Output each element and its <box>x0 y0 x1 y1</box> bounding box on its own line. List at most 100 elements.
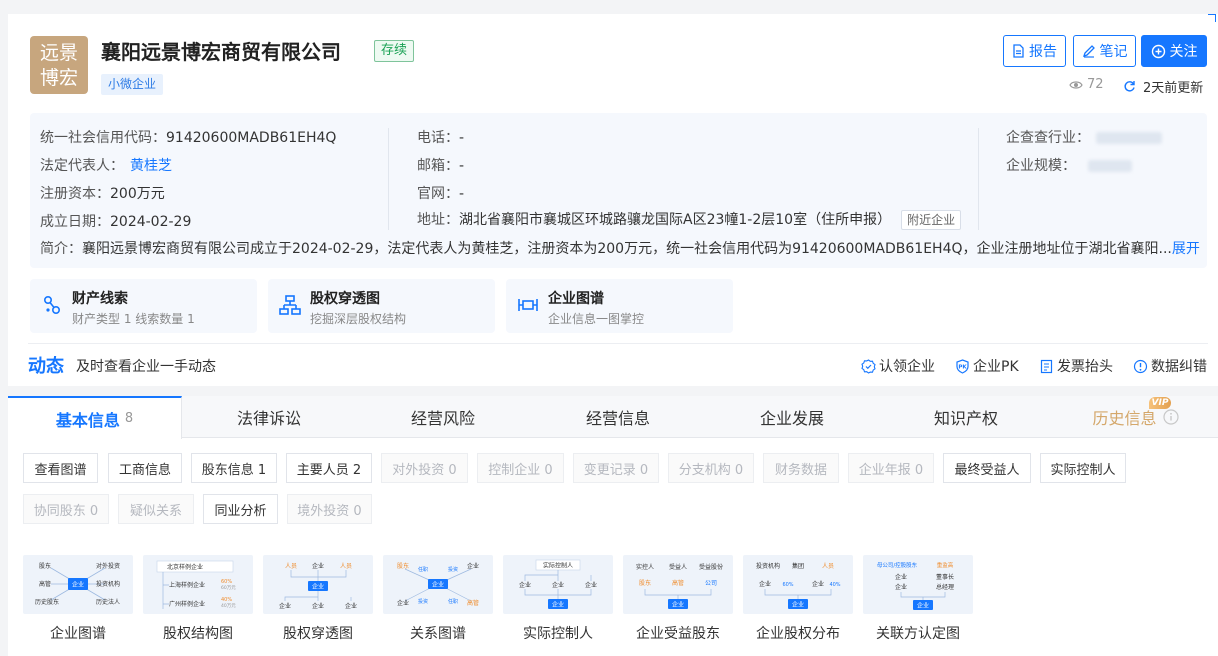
tab-basic-info[interactable]: 基本信息 8 <box>8 396 182 439</box>
svg-text:企业: 企业 <box>792 601 804 609</box>
notes-button[interactable]: 笔记 <box>1073 35 1136 67</box>
report-icon <box>1013 44 1024 58</box>
thumb-equity-penetration[interactable]: 人员 企业 人员 企业 企业 企业 企业 <box>263 555 373 614</box>
feature-card-company-graph[interactable]: 企业图谱 企业信息一图掌控 <box>506 279 733 333</box>
svg-text:企业: 企业 <box>432 581 444 589</box>
report-button[interactable]: 报告 <box>1003 35 1066 67</box>
filter-chip[interactable]: 协同股东 0 <box>23 494 109 524</box>
thumb-equity-distribution[interactable]: 投资机构 集团 人员 企业 60% 企业 40% 企业 <box>743 555 853 614</box>
filter-chip[interactable]: 企业年报 0 <box>848 453 934 483</box>
view-count: 72 <box>1069 77 1104 92</box>
legal-rep-row: 法定代表人： 黄桂芝 <box>40 158 172 174</box>
dynamics-subtitle: 及时查看企业一手动态 <box>76 359 216 375</box>
info-divider-1 <box>388 128 389 230</box>
svg-text:企业: 企业 <box>312 562 324 570</box>
size-blurred[interactable] <box>1088 160 1132 172</box>
feature-card-equity-penetration[interactable]: 股权穿透图 挖掘深层股权结构 <box>268 279 495 333</box>
svg-text:实控人: 实控人 <box>636 563 654 571</box>
corner-marker <box>1208 14 1216 22</box>
graph-label[interactable]: 关系图谱 <box>383 623 493 643</box>
filter-chip[interactable]: 同业分析 <box>203 494 278 524</box>
phone-row: 电话：- <box>417 130 465 146</box>
company-logo: 远景 博宏 <box>30 36 88 94</box>
svg-text:企业: 企业 <box>72 581 84 589</box>
filter-chip[interactable]: 疑似关系 <box>118 494 194 524</box>
logo-text-line2: 博宏 <box>39 67 78 89</box>
thumb-beneficial-shareholders[interactable]: 实控人 受益人 受益股份 股东 高管 公司 企业 <box>623 555 733 614</box>
feature-card-property-clues[interactable]: 财产线索 财产类型 1 线索数量 1 <box>30 279 257 333</box>
claim-company-link[interactable]: 认领企业 <box>861 356 935 376</box>
graph-label[interactable]: 企业图谱 <box>23 623 133 643</box>
filter-chip[interactable]: 控制企业 0 <box>477 453 564 483</box>
tab-operating-info[interactable]: 经营信息 <box>531 396 705 438</box>
pencil-icon <box>1082 45 1095 58</box>
feature-subtitle: 企业信息一图掌控 <box>548 312 645 326</box>
tab-ip[interactable]: 知识产权 <box>879 396 1053 438</box>
filter-chip[interactable]: 工商信息 <box>108 453 182 483</box>
email-value: - <box>459 158 465 174</box>
svg-text:实际控制人: 实际控制人 <box>543 562 573 570</box>
thumb-equity-structure[interactable]: 北京样例企业 上海样例企业 60% 60万元 广州样例企业 40% 40万元 <box>143 555 253 614</box>
svg-text:企业: 企业 <box>672 601 684 609</box>
filter-chip[interactable]: 查看图谱 <box>23 453 98 483</box>
capital-value: 200万元 <box>110 186 165 202</box>
clue-icon <box>44 295 61 315</box>
thumb-related-party[interactable]: 母公司/控股股东 重监高 企业 董事长 企业 总经理 企业 <box>863 555 973 614</box>
tab-legal[interactable]: 法律诉讼 <box>182 396 356 438</box>
tab-development[interactable]: 企业发展 <box>705 396 879 438</box>
filter-chip[interactable]: 分支机构 0 <box>668 453 754 483</box>
svg-text:投资机构: 投资机构 <box>756 562 780 570</box>
status-badge: 存续 <box>374 40 415 62</box>
relation-graph-preview: 企业 股东 任职 投资 企业 企业 投资 任职 高管 <box>397 562 479 607</box>
svg-text:高管: 高管 <box>39 580 51 588</box>
filter-chip[interactable]: 财务数据 <box>763 453 839 483</box>
industry-blurred[interactable] <box>1096 132 1162 144</box>
tab-business-risk[interactable]: 经营风险 <box>356 396 530 438</box>
founded-row: 成立日期：2024-02-29 <box>40 214 192 230</box>
filter-chip[interactable]: 对外投资 0 <box>381 453 468 483</box>
info-divider-2 <box>978 128 979 230</box>
address-row: 地址：湖北省襄阳市襄城区环城路骧龙国际A区23幢1-2层10室（住所申报） 附近企… <box>417 209 962 230</box>
follow-button[interactable]: 关注 <box>1141 35 1207 67</box>
company-pk-link[interactable]: PK 企业PK <box>955 356 1019 376</box>
filter-chip[interactable]: 股东信息 1 <box>191 453 277 483</box>
filter-chip[interactable]: 变更记录 0 <box>573 453 659 483</box>
graph-label[interactable]: 企业股权分布 <box>743 623 853 643</box>
invoice-header-link[interactable]: 发票抬头 <box>1039 356 1113 376</box>
feature-title: 企业图谱 <box>548 291 604 307</box>
thumb-actual-controller[interactable]: 实际控制人 企业 企业 企业 企业 <box>503 555 613 614</box>
graph-label[interactable]: 实际控制人 <box>503 623 613 643</box>
nearby-companies-button[interactable]: 附近企业 <box>901 210 962 230</box>
update-time[interactable]: 2天前更新 <box>1123 77 1203 96</box>
scale-tag[interactable]: 小微企业 <box>101 74 164 95</box>
credit-code-value[interactable]: 91420600MADB61EH4Q <box>166 130 336 146</box>
graph-label[interactable]: 企业受益股东 <box>623 623 733 643</box>
actual-controller-preview: 实际控制人 企业 企业 企业 企业 <box>519 559 597 609</box>
svg-text:总经理: 总经理 <box>936 583 954 591</box>
filter-chip[interactable]: 境外投资 0 <box>287 494 372 524</box>
expand-intro-link[interactable]: 展开 <box>1172 241 1200 257</box>
address-value: 湖北省襄阳市襄城区环城路骧龙国际A区23幢1-2层10室（住所申报） <box>459 212 892 228</box>
equity-distribution-preview: 投资机构 集团 人员 企业 60% 企业 40% 企业 <box>756 562 841 609</box>
email-row: 邮箱：- <box>417 158 465 174</box>
thumb-relation-graph[interactable]: 企业 股东 任职 投资 企业 企业 投资 任职 高管 <box>383 555 493 614</box>
feature-title: 财产线索 <box>72 291 128 307</box>
svg-text:集团: 集团 <box>792 562 804 570</box>
svg-text:企业: 企业 <box>312 602 324 610</box>
thumb-enterprise-graph[interactable]: 企业 股东 对外投资 高管 投资机构 历史股东 历史法人 <box>23 555 133 614</box>
graph-label[interactable]: 股权穿透图 <box>263 623 373 643</box>
svg-text:企业: 企业 <box>279 602 291 610</box>
legal-rep-link[interactable]: 黄桂芝 <box>130 158 172 174</box>
svg-text:60%: 60% <box>782 582 793 588</box>
svg-text:人员: 人员 <box>285 563 297 570</box>
filter-chip[interactable]: 主要人员 2 <box>286 453 372 483</box>
graph-label[interactable]: 股权结构图 <box>143 623 253 643</box>
data-correction-link[interactable]: 数据纠错 <box>1133 356 1207 376</box>
graph-label[interactable]: 关联方认定图 <box>863 623 973 643</box>
filter-chip[interactable]: 最终受益人 <box>943 453 1031 483</box>
svg-text:企业: 企业 <box>519 581 531 589</box>
view-count-value: 72 <box>1087 77 1104 92</box>
filter-chip[interactable]: 实际控制人 <box>1040 453 1126 483</box>
credit-code-row: 统一社会信用代码：91420600MADB61EH4Q <box>40 130 337 146</box>
tab-history[interactable]: 历史信息 <box>1053 396 1218 438</box>
